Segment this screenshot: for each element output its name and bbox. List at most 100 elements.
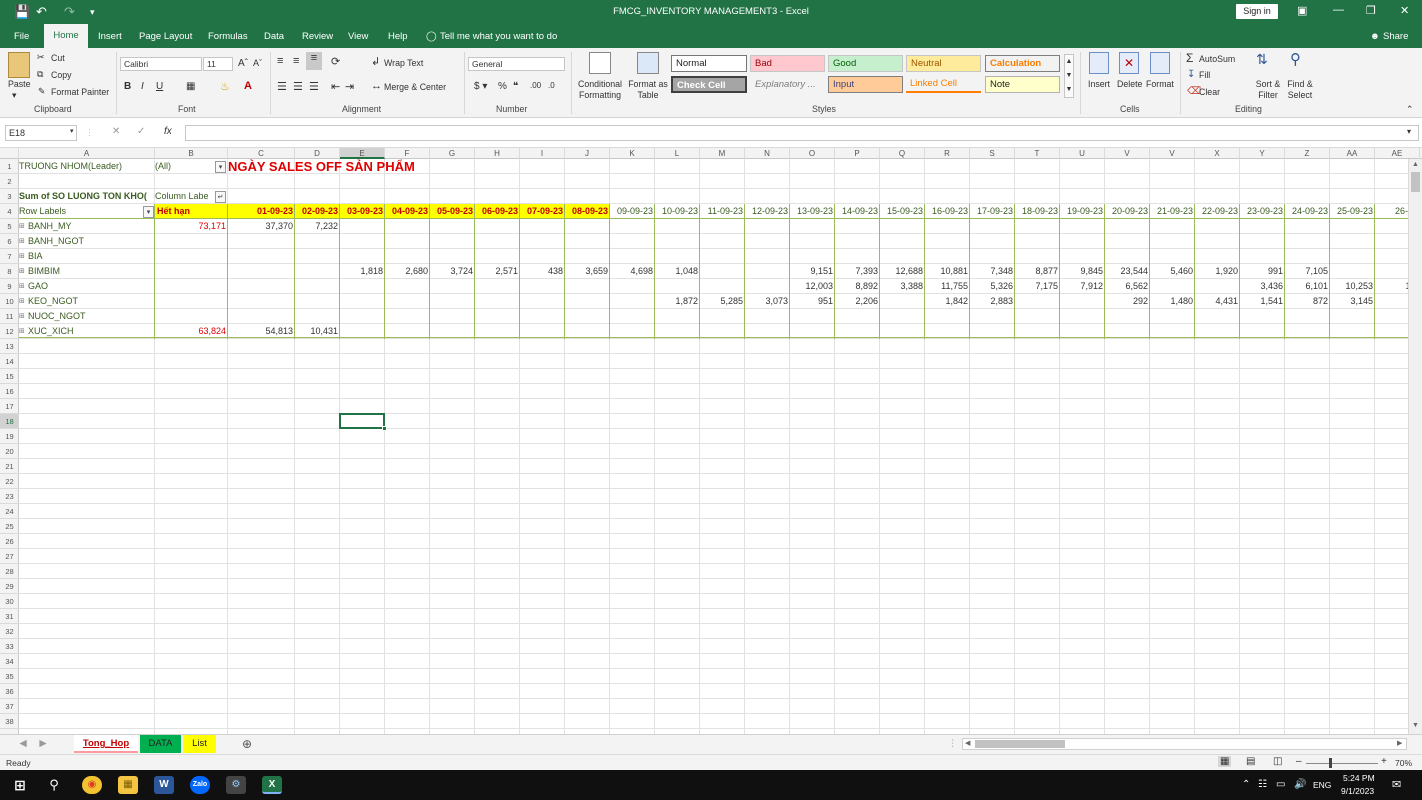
- style-calculation[interactable]: Calculation: [985, 55, 1060, 72]
- row-header[interactable]: 32: [0, 624, 19, 639]
- zoom-slider-thumb[interactable]: [1329, 758, 1332, 768]
- zoom-level[interactable]: 70%: [1395, 758, 1412, 768]
- column-header[interactable]: AA: [1330, 148, 1375, 159]
- style-explanatory[interactable]: Explanatory ...: [750, 76, 825, 93]
- column-header[interactable]: P: [835, 148, 880, 159]
- row-header[interactable]: 36: [0, 684, 19, 699]
- conditional-formatting-button[interactable]: Conditional Formatting: [576, 79, 624, 101]
- row-header[interactable]: 35: [0, 669, 19, 684]
- increase-indent-icon[interactable]: ⇥: [345, 80, 354, 93]
- row-header[interactable]: 9: [0, 279, 19, 294]
- cancel-entry-icon[interactable]: ✕: [112, 126, 120, 137]
- style-bad[interactable]: Bad: [750, 55, 825, 72]
- tell-me-search[interactable]: Tell me what you want to do: [440, 31, 557, 42]
- row-header[interactable]: 20: [0, 444, 19, 459]
- excel-icon[interactable]: X: [262, 776, 282, 794]
- row-header[interactable]: 12: [0, 324, 19, 339]
- tab-data[interactable]: Data: [264, 31, 284, 42]
- tab-home[interactable]: Home: [44, 24, 88, 48]
- row-header[interactable]: 5: [0, 219, 19, 234]
- column-header[interactable]: K: [610, 148, 655, 159]
- pivot-data-field[interactable]: Sum of SO LUONG TON KHO(: [19, 189, 155, 204]
- underline-icon[interactable]: U: [156, 81, 163, 92]
- align-middle-icon[interactable]: ≡: [293, 55, 299, 67]
- align-right-icon[interactable]: ☰: [309, 80, 319, 93]
- number-format-select[interactable]: General: [468, 57, 565, 71]
- paste-dropdown-icon[interactable]: ▾: [12, 90, 16, 101]
- row-header[interactable]: 25: [0, 519, 19, 534]
- pivot-title[interactable]: NGÀY SALES OFF SẢN PHẨM: [228, 159, 488, 176]
- report-filter-value[interactable]: (All): [155, 159, 215, 174]
- decrease-indent-icon[interactable]: ⇤: [331, 80, 340, 93]
- row-header[interactable]: 15: [0, 369, 19, 384]
- scroll-left-icon[interactable]: ◀: [965, 739, 970, 749]
- column-header[interactable]: D: [295, 148, 340, 159]
- column-labels-filter-icon[interactable]: ↵: [215, 191, 226, 203]
- clock-time[interactable]: 5:24 PM: [1343, 773, 1375, 783]
- row-header[interactable]: 27: [0, 549, 19, 564]
- scroll-up-icon[interactable]: ▲: [1412, 161, 1419, 168]
- orientation-icon[interactable]: ⟳: [331, 55, 340, 68]
- row-header[interactable]: 1: [0, 159, 19, 174]
- row-header[interactable]: 19: [0, 429, 19, 444]
- horizontal-scroll-thumb[interactable]: [975, 740, 1065, 748]
- column-header[interactable]: O: [790, 148, 835, 159]
- normal-view-icon[interactable]: ▦: [1218, 756, 1232, 767]
- zoom-out-icon[interactable]: –: [1296, 756, 1302, 767]
- delete-button[interactable]: Delete: [1117, 79, 1142, 89]
- style-linked-cell[interactable]: Linked Cell: [906, 76, 981, 93]
- page-layout-view-icon[interactable]: ▤: [1246, 756, 1255, 767]
- row-header[interactable]: 24: [0, 504, 19, 519]
- italic-icon[interactable]: I: [141, 81, 144, 92]
- file-explorer-icon[interactable]: ▦: [118, 776, 138, 794]
- column-header[interactable]: C: [228, 148, 295, 159]
- insert-function-icon[interactable]: fx: [164, 126, 172, 137]
- column-header[interactable]: J: [565, 148, 610, 159]
- fill-color-icon[interactable]: ♨: [220, 80, 230, 93]
- column-header[interactable]: I: [520, 148, 565, 159]
- row-header[interactable]: 18: [0, 414, 19, 429]
- column-header[interactable]: V: [1105, 148, 1150, 159]
- format-painter-button[interactable]: Format Painter: [51, 87, 109, 97]
- clock-date[interactable]: 9/1/2023: [1341, 786, 1374, 796]
- row-header[interactable]: 11: [0, 309, 19, 324]
- select-all-corner[interactable]: [0, 148, 19, 159]
- row-header[interactable]: 28: [0, 564, 19, 579]
- name-box-dropdown-icon[interactable]: ▾: [70, 127, 74, 135]
- increase-font-icon[interactable]: Aˆ: [238, 58, 248, 69]
- next-sheet-icon[interactable]: ▶: [38, 735, 48, 753]
- tab-view[interactable]: View: [348, 31, 368, 42]
- new-sheet-icon[interactable]: ⊕: [238, 735, 256, 753]
- font-color-icon[interactable]: A: [244, 80, 252, 92]
- windows-start-icon[interactable]: ⊞: [10, 776, 30, 794]
- share-button[interactable]: Share: [1383, 31, 1408, 42]
- row-header[interactable]: 16: [0, 384, 19, 399]
- filter-dropdown-icon[interactable]: ▾: [215, 161, 226, 173]
- tab-insert[interactable]: Insert: [98, 31, 122, 42]
- font-name-select[interactable]: Calibri: [120, 57, 202, 71]
- tab-page-layout[interactable]: Page Layout: [139, 31, 192, 42]
- scroll-right-icon[interactable]: ▶: [1397, 739, 1402, 749]
- vertical-scroll-thumb[interactable]: [1411, 172, 1420, 192]
- row-header[interactable]: 26: [0, 534, 19, 549]
- font-size-select[interactable]: 11: [203, 57, 233, 71]
- row-header[interactable]: 2: [0, 174, 19, 189]
- column-header[interactable]: L: [655, 148, 700, 159]
- find-select-button[interactable]: Find & Select: [1284, 79, 1316, 101]
- wrap-text-button[interactable]: Wrap Text: [384, 58, 423, 68]
- column-header[interactable]: Y: [1240, 148, 1285, 159]
- sign-in-button[interactable]: Sign in: [1236, 4, 1278, 19]
- horizontal-scrollbar[interactable]: ◀ ▶: [962, 738, 1407, 750]
- formula-input[interactable]: [185, 125, 1419, 141]
- sort-filter-button[interactable]: Sort & Filter: [1253, 79, 1283, 101]
- row-header[interactable]: 30: [0, 594, 19, 609]
- report-filter-field[interactable]: TRUONG NHOM(Leader): [19, 159, 155, 174]
- column-header[interactable]: T: [1015, 148, 1060, 159]
- column-header[interactable]: R: [925, 148, 970, 159]
- insert-button[interactable]: Insert: [1088, 79, 1110, 89]
- ribbon-display-options-icon[interactable]: ▣: [1297, 4, 1307, 17]
- row-header[interactable]: 22: [0, 474, 19, 489]
- row-header[interactable]: 33: [0, 639, 19, 654]
- battery-icon[interactable]: ▭: [1276, 779, 1285, 790]
- column-labels[interactable]: Column Labe: [155, 189, 215, 204]
